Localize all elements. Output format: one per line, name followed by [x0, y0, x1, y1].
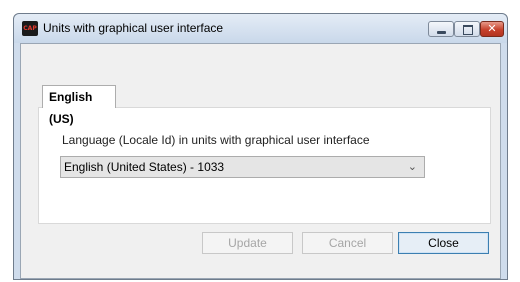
dialog-body: English (US) Language (Locale Id) in uni… — [20, 43, 501, 279]
close-button[interactable]: Close — [398, 232, 489, 254]
dialog-window: CAP Units with graphical user interface … — [13, 13, 508, 280]
language-label: Language (Locale Id) in units with graph… — [62, 133, 370, 147]
title-bar[interactable]: CAP Units with graphical user interface … — [14, 14, 507, 43]
update-button[interactable]: Update — [202, 232, 293, 254]
minimize-button[interactable] — [428, 21, 454, 37]
maximize-icon — [463, 25, 473, 35]
close-icon: ✕ — [487, 22, 497, 35]
close-window-button[interactable]: ✕ — [480, 21, 504, 37]
minimize-icon — [437, 31, 446, 34]
maximize-button[interactable] — [454, 21, 480, 37]
language-select-value: English (United States) - 1033 — [64, 160, 225, 174]
cancel-button[interactable]: Cancel — [302, 232, 393, 254]
chevron-down-icon: ⌄ — [407, 160, 417, 173]
app-icon: CAP — [22, 21, 38, 36]
window-title: Units with graphical user interface — [43, 21, 224, 35]
language-select[interactable]: English (United States) - 1033 ⌄ — [60, 156, 425, 178]
tab-english-us[interactable]: English (US) — [42, 85, 116, 126]
tab-panel: Language (Locale Id) in units with graph… — [38, 107, 491, 224]
